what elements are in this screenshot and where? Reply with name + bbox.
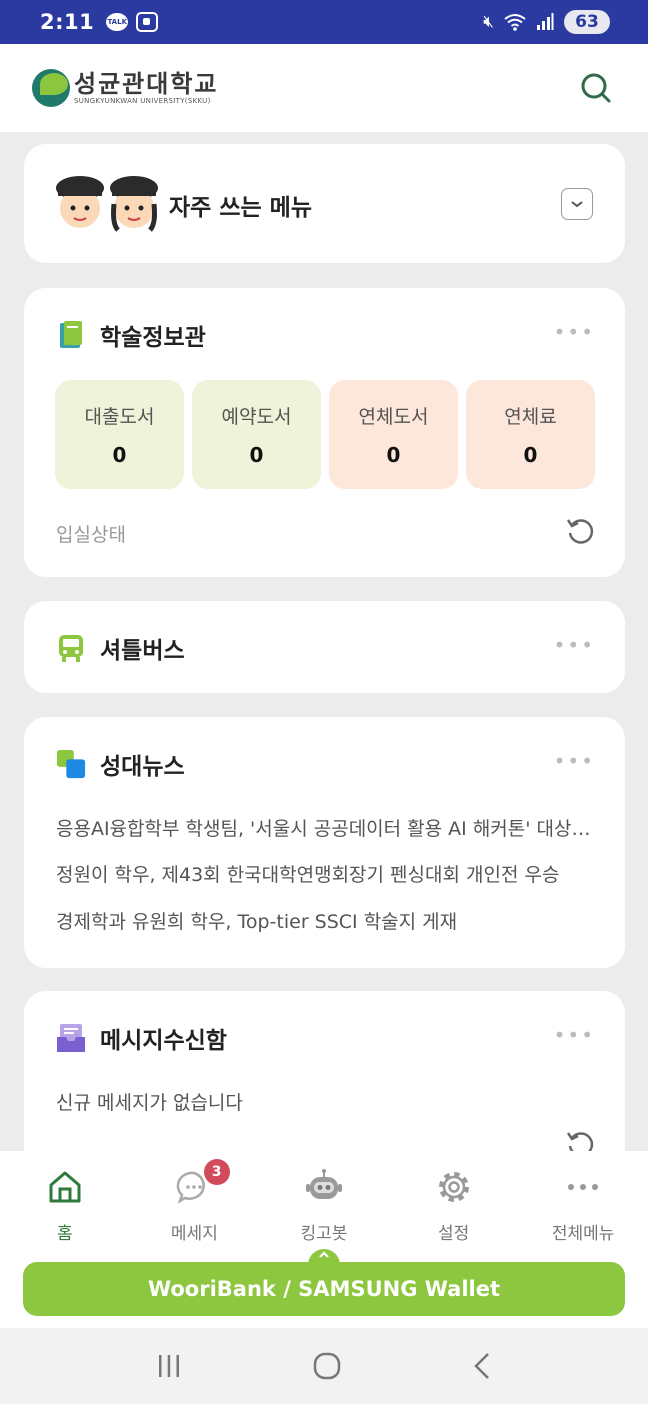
stat-overdue-books[interactable]: 연체도서 0 <box>329 380 458 489</box>
stat-label: 연체도서 <box>358 406 429 428</box>
stat-value: 0 <box>249 443 264 467</box>
news-item[interactable]: 정원이 학우, 제43회 한국대학연맹회장기 펜싱대회 개인전 우승 <box>56 860 596 887</box>
nav-label: 메세지 <box>170 1224 218 1244</box>
nav-messages[interactable]: 3 메세지 <box>130 1159 260 1244</box>
stat-label: 연체료 <box>504 406 557 428</box>
refresh-icon[interactable] <box>565 516 595 546</box>
stat-value: 0 <box>386 443 401 467</box>
news-title: 성대뉴스 <box>100 754 185 780</box>
library-header[interactable]: 학술정보관 <box>56 318 206 352</box>
news-icon <box>56 749 86 779</box>
signal-icon <box>537 13 554 30</box>
mascot-characters <box>54 174 162 234</box>
chevron-down-icon <box>571 201 583 208</box>
search-button[interactable] <box>576 68 616 108</box>
inbox-header[interactable]: 메시지수신함 <box>56 1021 227 1055</box>
inbox-icon <box>56 1023 86 1053</box>
kakaotalk-icon: TALK <box>106 13 129 31</box>
wifi-icon <box>504 14 526 31</box>
favorites-card: 자주 쓰는 메뉴 <box>24 144 625 263</box>
stat-label: 대출도서 <box>84 406 155 428</box>
stat-value: 0 <box>112 443 127 467</box>
status-time: 2:11 <box>40 10 95 34</box>
skku-logo[interactable]: 성균관대학교 SUNGKYUNKWAN UNIVERSITY(SKKU) <box>32 69 218 107</box>
entry-status-label: 입실상태 <box>56 524 126 546</box>
shuttle-title: 셔틀버스 <box>100 638 185 664</box>
stat-label: 예약도서 <box>221 406 292 428</box>
bus-icon <box>56 633 86 663</box>
wallet-button[interactable]: WooriBank / SAMSUNG Wallet <box>23 1262 625 1316</box>
nav-label: 전체메뉴 <box>551 1224 615 1244</box>
stat-value: 0 <box>523 443 538 467</box>
news-item[interactable]: 응용AI융합학부 학생팀, '서울시 공공데이터 활용 AI 해커톤' 대상 수… <box>56 814 596 841</box>
mute-icon: 🔇︎ <box>483 12 494 32</box>
news-item[interactable]: 경제학과 유원희 학우, Top-tier SSCI 학술지 게재 <box>56 907 596 934</box>
skku-emblem-icon <box>32 69 70 107</box>
nav-all-menu[interactable]: 전체메뉴 <box>518 1167 648 1244</box>
inbox-title: 메시지수신함 <box>100 1028 227 1054</box>
stat-overdue-fee[interactable]: 연체료 0 <box>466 380 595 489</box>
inbox-more-button[interactable]: ••• <box>554 1023 595 1047</box>
search-icon <box>581 73 611 103</box>
shuttle-card: 셔틀버스 ••• <box>24 601 625 693</box>
status-bar: 2:11 TALK 🔇︎ 63 <box>0 0 648 44</box>
robot-icon <box>304 1167 344 1207</box>
unread-badge: 3 <box>203 1159 230 1185</box>
recent-apps-icon[interactable] <box>156 1353 182 1379</box>
library-stats: 대출도서 0 예약도서 0 연체도서 0 연체료 0 <box>55 380 595 489</box>
battery-indicator: 63 <box>564 10 610 34</box>
shuttle-header[interactable]: 셔틀버스 <box>56 631 185 665</box>
home-icon <box>45 1167 85 1207</box>
news-more-button[interactable]: ••• <box>554 749 595 773</box>
battery-level: 63 <box>575 12 599 32</box>
mascot-icon <box>56 176 158 232</box>
gear-icon <box>434 1167 474 1207</box>
chevron-up-icon <box>319 1251 329 1258</box>
more-icon <box>563 1167 603 1207</box>
app-header: 성균관대학교 SUNGKYUNKWAN UNIVERSITY(SKKU) <box>0 44 648 132</box>
inbox-empty-message: 신규 메세지가 없습니다 <box>56 1092 243 1114</box>
home-system-icon[interactable] <box>313 1352 341 1380</box>
library-card: 학술정보관 ••• 대출도서 0 예약도서 0 연체도서 0 연체료 0 입실상… <box>24 288 625 577</box>
favorites-title: 자주 쓰는 메뉴 <box>169 195 312 221</box>
logo-korean-text: 성균관대학교 <box>74 70 219 98</box>
screenshot-icon <box>136 12 159 32</box>
back-icon[interactable] <box>472 1352 492 1380</box>
favorites-expand-button[interactable] <box>561 188 593 220</box>
nav-label: 킹고봇 <box>300 1224 348 1244</box>
shuttle-more-button[interactable]: ••• <box>554 633 595 657</box>
bottom-navigation: 홈 3 메세지 킹고봇 설정 전체메뉴 WooriBank / SAMSUNG … <box>0 1151 648 1328</box>
nav-label: 홈 <box>56 1224 73 1244</box>
library-title: 학술정보관 <box>100 325 206 351</box>
wallet-label: WooriBank / SAMSUNG Wallet <box>147 1277 501 1301</box>
stat-reserved-books[interactable]: 예약도서 0 <box>192 380 321 489</box>
nav-kingobot[interactable]: 킹고봇 <box>259 1167 389 1244</box>
library-more-button[interactable]: ••• <box>554 320 595 344</box>
logo-english-text: SUNGKYUNKWAN UNIVERSITY(SKKU) <box>74 97 211 105</box>
nav-label: 설정 <box>437 1224 470 1244</box>
nav-home[interactable]: 홈 <box>0 1167 130 1244</box>
news-card: 성대뉴스 ••• 응용AI융합학부 학생팀, '서울시 공공데이터 활용 AI … <box>24 717 625 968</box>
stat-loaned-books[interactable]: 대출도서 0 <box>55 380 184 489</box>
book-icon <box>56 320 86 350</box>
system-navigation-bar <box>0 1328 648 1404</box>
nav-settings[interactable]: 설정 <box>389 1167 519 1244</box>
news-header[interactable]: 성대뉴스 <box>56 747 185 781</box>
